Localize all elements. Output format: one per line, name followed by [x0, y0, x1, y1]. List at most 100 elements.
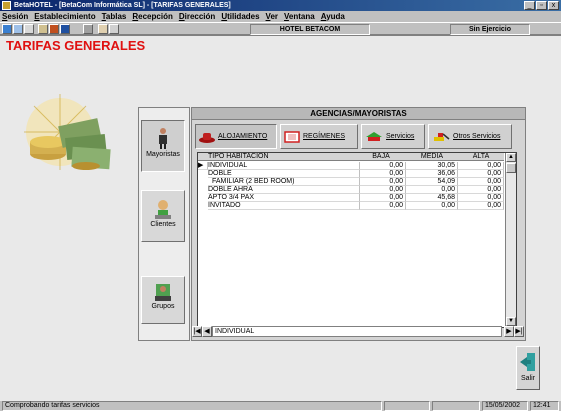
cell-tipo[interactable]: FAMILIAR (2 BED ROOM) — [208, 178, 360, 186]
app-icon[interactable] — [2, 1, 11, 10]
cell-media[interactable]: 54,09 — [406, 178, 458, 186]
cell-tipo[interactable]: DOBLE AHRA — [208, 186, 360, 194]
excavator-icon — [434, 132, 450, 141]
reception-clerk-icon — [155, 200, 171, 219]
table-row[interactable]: APTO 3/4 PAX 0,00 45,68 0,00 — [198, 194, 504, 202]
cell-tipo[interactable]: INVITADO — [208, 202, 360, 210]
first-record-icon[interactable]: |◀ — [192, 326, 202, 337]
col-alta[interactable]: ALTA — [460, 153, 502, 161]
status-panel-empty-2 — [432, 401, 480, 411]
tab-otros-servicios[interactable]: Otros Servicios — [428, 124, 512, 149]
col-tipo-habitacion[interactable]: TIPO HABITACION — [208, 153, 358, 161]
menu-sesion[interactable]: Sesión — [2, 11, 28, 22]
hotel-name-field: HOTEL BETACOM — [250, 24, 370, 35]
cell-baja[interactable]: 0,00 — [360, 162, 406, 170]
grid-vertical-scrollbar[interactable]: ▲ ▼ — [505, 153, 516, 327]
cell-alta[interactable]: 0,00 — [458, 178, 504, 186]
menu-bar: Sesión Establecimiento Tablas Recepción … — [0, 11, 561, 22]
cell-media[interactable]: 45,68 — [406, 194, 458, 202]
cell-baja[interactable]: 0,00 — [360, 170, 406, 178]
exit-label: Salir — [520, 375, 535, 382]
cell-alta[interactable]: 0,00 — [458, 170, 504, 178]
cell-alta[interactable]: 0,00 — [458, 194, 504, 202]
person-icon — [159, 128, 167, 149]
page-title: TARIFAS GENERALES — [6, 38, 146, 53]
nav-mayoristas-label: Mayoristas — [146, 151, 180, 158]
cell-media[interactable]: 30,05 — [406, 162, 458, 170]
status-message: Comprobando tarifas servicios — [2, 401, 382, 411]
cell-tipo[interactable]: INDIVIDUAL — [208, 162, 360, 170]
window-controls: _ ▫ x — [524, 1, 559, 10]
door-icon[interactable] — [38, 24, 48, 34]
tab-servicios[interactable]: Servicios — [361, 124, 425, 149]
window-icon[interactable] — [13, 24, 23, 34]
menu-utilidades[interactable]: Utilidades — [221, 11, 259, 22]
menu-establecimiento[interactable]: Establecimiento — [34, 11, 95, 22]
cell-alta[interactable]: 0,00 — [458, 162, 504, 170]
cell-baja[interactable]: 0,00 — [360, 186, 406, 194]
window-title-bar: BetaHOTEL - [BetaCom Informática SL] - [… — [0, 0, 561, 11]
cell-media[interactable]: 0,00 — [406, 202, 458, 210]
panel-header: AGENCIAS/MAYORISTAS — [192, 108, 525, 120]
col-media[interactable]: MEDIA — [406, 153, 458, 161]
money-illustration-icon — [24, 94, 111, 170]
status-panel-empty — [384, 401, 430, 411]
menu-ventana[interactable]: Ventana — [284, 11, 315, 22]
grid-header: TIPO HABITACION BAJA MEDIA ALTA — [198, 153, 504, 161]
calendar-icon[interactable] — [60, 24, 70, 34]
cell-media[interactable]: 0,00 — [406, 186, 458, 194]
pointer-help-icon[interactable] — [109, 24, 119, 34]
current-record-field[interactable]: INDIVIDUAL — [212, 326, 502, 337]
menu-recepcion[interactable]: Recepción — [132, 11, 172, 22]
hat-icon — [199, 132, 215, 143]
menu-tablas[interactable]: Tablas — [102, 11, 127, 22]
open-icon[interactable] — [2, 24, 12, 34]
status-date: 15/05/2002 — [482, 401, 528, 411]
menu-ayuda[interactable]: Ayuda — [321, 11, 345, 22]
cell-tipo[interactable]: APTO 3/4 PAX — [208, 194, 360, 202]
table-row[interactable]: DOBLE 0,00 36,06 0,00 — [198, 170, 504, 178]
status-time: 12:41 — [530, 401, 559, 411]
nav-grupos-label: Grupos — [151, 303, 175, 310]
restore-button[interactable]: ▫ — [536, 1, 547, 10]
cell-media[interactable]: 36,06 — [406, 170, 458, 178]
minimize-button[interactable]: _ — [524, 1, 535, 10]
status-bar: Comprobando tarifas servicios 15/05/2002… — [0, 401, 561, 411]
scroll-thumb[interactable] — [506, 163, 516, 173]
nav-mayoristas-button[interactable]: Mayoristas — [141, 120, 185, 172]
table-row[interactable]: DOBLE AHRA 0,00 0,00 0,00 — [198, 186, 504, 194]
menu-ver[interactable]: Ver — [266, 11, 278, 22]
table-row[interactable]: FAMILIAR (2 BED ROOM) 0,00 54,09 0,00 — [198, 178, 504, 186]
tab-regimenes-label: REGÍMENES — [303, 133, 346, 140]
cell-alta[interactable]: 0,00 — [458, 186, 504, 194]
cell-baja[interactable]: 0,00 — [360, 202, 406, 210]
printer-icon[interactable] — [83, 24, 93, 34]
cell-baja[interactable]: 0,00 — [360, 194, 406, 202]
nav-clientes-label: Clientes — [150, 221, 176, 228]
tab-servicios-label: Servicios — [386, 133, 415, 140]
cell-alta[interactable]: 0,00 — [458, 202, 504, 210]
book-icon[interactable] — [49, 24, 59, 34]
col-baja[interactable]: BAJA — [360, 153, 402, 161]
menu-direccion[interactable]: Dirección — [179, 11, 215, 22]
exit-button[interactable]: Salir — [516, 346, 540, 390]
check-icon[interactable] — [24, 24, 34, 34]
tab-alojamiento[interactable]: ALOJAMIENTO — [195, 124, 277, 149]
cell-tipo[interactable]: DOBLE — [208, 170, 360, 178]
last-record-icon[interactable]: ▶| — [514, 326, 524, 337]
user-icon[interactable] — [98, 24, 108, 34]
scroll-down-icon[interactable]: ▼ — [506, 317, 516, 326]
prev-record-icon[interactable]: ◀ — [202, 326, 212, 337]
close-button[interactable]: x — [548, 1, 559, 10]
tools-icon — [366, 131, 382, 141]
nav-grupos-button[interactable]: Grupos — [141, 276, 185, 324]
next-record-icon[interactable]: ▶ — [504, 326, 514, 337]
scroll-up-icon[interactable]: ▲ — [506, 153, 516, 162]
cell-baja[interactable]: 0,00 — [360, 178, 406, 186]
nav-clientes-button[interactable]: Clientes — [141, 190, 185, 242]
table-row[interactable]: INVITADO 0,00 0,00 0,00 — [198, 202, 504, 210]
exit-door-icon — [520, 353, 535, 371]
table-row[interactable]: ▶ INDIVIDUAL 0,00 30,05 0,00 — [198, 162, 504, 170]
tab-regimenes[interactable]: REGÍMENES — [280, 124, 358, 149]
ejercicio-field: Sin Ejercicio — [450, 24, 530, 35]
